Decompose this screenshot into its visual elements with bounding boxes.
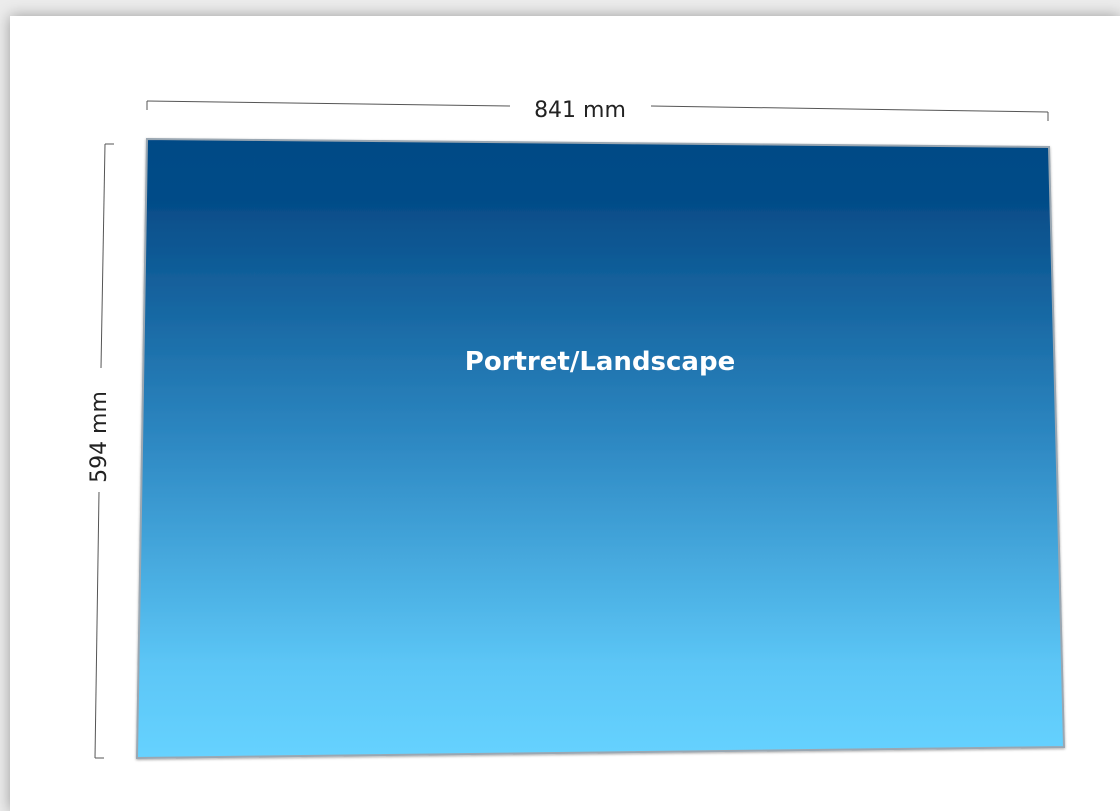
height-line-top bbox=[100, 143, 106, 369]
landscape-sheet bbox=[135, 137, 1066, 760]
height-label: 594 mm bbox=[87, 391, 112, 483]
width-line-left bbox=[146, 100, 511, 107]
width-line-right bbox=[650, 105, 1049, 113]
width-label: 841 mm bbox=[534, 98, 626, 123]
height-line-bottom bbox=[94, 491, 100, 759]
sheet-title: Portret/Landscape bbox=[465, 347, 735, 377]
paper-size-diagram: 841 mm 594 mm Portret/Landscape bbox=[87, 98, 1066, 760]
